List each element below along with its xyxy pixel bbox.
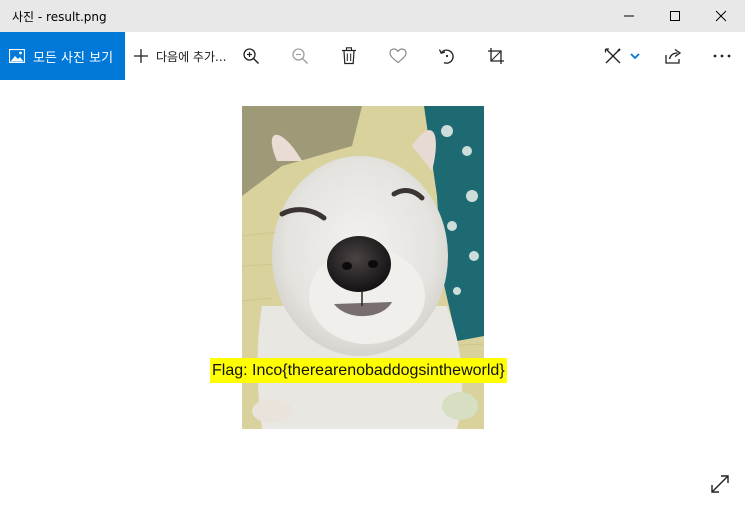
minimize-button[interactable]: [606, 0, 652, 32]
favorite-button[interactable]: [385, 32, 411, 80]
chevron-down-icon: [629, 53, 640, 60]
maximize-button[interactable]: [652, 0, 698, 32]
zoom-in-button[interactable]: [238, 32, 264, 80]
more-icon: [713, 54, 731, 58]
maximize-icon: [670, 11, 680, 21]
see-all-photos-label: 모든 사진 보기: [33, 50, 114, 66]
rotate-button[interactable]: [434, 32, 460, 80]
full-screen-button[interactable]: [706, 470, 734, 498]
add-to-label: 다음에 추가...: [156, 49, 227, 64]
rotate-icon: [438, 49, 454, 64]
crop-button[interactable]: [483, 32, 509, 80]
title-bar: 사진 - result.png: [0, 0, 745, 32]
close-icon: [715, 10, 727, 22]
flag-overlay-text: Flag: Inco{therearenobaddogsintheworld}: [210, 358, 507, 383]
delete-icon: [342, 47, 356, 65]
share-button[interactable]: [660, 32, 686, 80]
zoom-in-icon: [243, 48, 260, 65]
expand-icon: [711, 475, 729, 493]
share-icon: [665, 48, 682, 64]
minimize-icon: [624, 15, 634, 17]
photos-app-window: 사진 - result.png 모든 사진 보기 다음에 추가... Flag:…: [0, 0, 745, 510]
add-to-button[interactable]: 다음에 추가...: [133, 32, 235, 80]
close-button[interactable]: [698, 0, 744, 32]
see-all-photos-button[interactable]: 모든 사진 보기: [0, 32, 125, 80]
heart-icon: [389, 48, 407, 64]
edit-draw-icon: [604, 48, 621, 64]
zoom-out-icon: [292, 48, 309, 65]
crop-icon: [488, 48, 504, 64]
image-viewer: Flag: Inco{therearenobaddogsintheworld}: [0, 80, 745, 510]
zoom-out-button[interactable]: [287, 32, 313, 80]
more-options-button[interactable]: [708, 32, 736, 80]
edit-and-create-button[interactable]: [600, 32, 644, 80]
delete-button[interactable]: [336, 32, 362, 80]
toolbar: 모든 사진 보기 다음에 추가...: [0, 32, 745, 80]
window-title: 사진 - result.png: [12, 10, 107, 24]
photo-icon: [9, 49, 25, 63]
plus-icon: [134, 49, 148, 63]
